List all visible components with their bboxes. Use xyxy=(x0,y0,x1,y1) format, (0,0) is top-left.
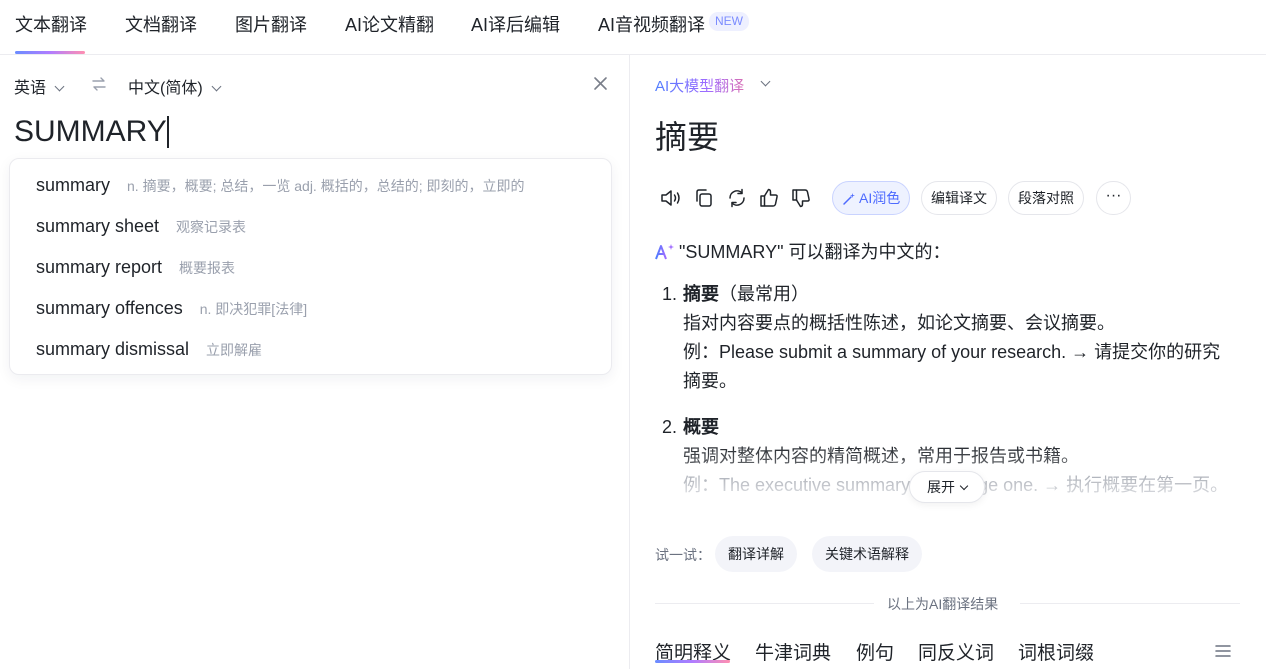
tab-ai-post-edit[interactable]: AI译后编辑 xyxy=(471,11,560,37)
ai-polish-button[interactable]: AI润色 xyxy=(832,181,911,215)
suggestion-gloss: 观察记录表 xyxy=(176,219,247,235)
meaning-note: （最常用） xyxy=(719,284,809,304)
separator-line-right xyxy=(1020,603,1240,604)
speaker-icon[interactable] xyxy=(659,186,683,210)
thumbs-down-icon[interactable] xyxy=(789,186,813,210)
meaning-example: 例：Please submit a summary of your resear… xyxy=(683,342,1221,391)
ai-sparkle-icon xyxy=(655,244,674,260)
panel-divider xyxy=(629,55,630,669)
suggestion-gloss: n. 即决犯罪[法律] xyxy=(199,301,308,317)
dict-tab-oxford[interactable]: 牛津词典 xyxy=(755,638,831,665)
item-number: 2. xyxy=(662,417,678,437)
translation-detail-button[interactable]: 翻译详解 xyxy=(715,536,797,572)
expand-label: 展开 xyxy=(927,479,955,495)
chevron-down-icon xyxy=(54,81,65,92)
magic-wand-icon xyxy=(843,193,855,205)
suggestion-term: summary report xyxy=(36,257,163,277)
tab-ai-paper-translate[interactable]: AI论文精翻 xyxy=(345,11,434,37)
suggestion-term: summary sheet xyxy=(36,216,160,236)
edit-translation-button[interactable]: 编辑译文 xyxy=(921,181,997,215)
paragraph-compare-button[interactable]: 段落对照 xyxy=(1008,181,1084,215)
dict-tab-synonyms[interactable]: 同反义词 xyxy=(918,638,994,665)
thumbs-up-icon[interactable] xyxy=(757,186,781,210)
source-text-input[interactable] xyxy=(14,112,604,152)
refresh-icon[interactable] xyxy=(725,186,749,210)
meaning-item: 1. 摘要（最常用） 指对内容要点的概括性陈述，如论文摘要、会议摘要。 例：Pl… xyxy=(655,280,1235,396)
dict-tab-roots[interactable]: 词根词缀 xyxy=(1018,638,1094,665)
suggestion-gloss: 立即解雇 xyxy=(206,342,263,358)
source-language-label: 英语 xyxy=(14,80,47,97)
suggestion-term: summary offences xyxy=(36,298,183,318)
meaning-description: 强调对整体内容的精简概述，常用于报告或书籍。 xyxy=(683,446,1079,466)
suggestion-gloss: n. 摘要，概要; 总结，一览 adj. 概括的，总结的; 即刻的，立即的 xyxy=(127,178,525,194)
ai-result-heading: "SUMMARY" 可以翻译为中文的： xyxy=(655,238,950,264)
expand-button[interactable]: 展开 xyxy=(909,471,985,503)
chevron-down-icon[interactable] xyxy=(760,76,771,87)
tab-text-translate[interactable]: 文本翻译 xyxy=(15,11,87,37)
new-badge: NEW xyxy=(709,12,749,31)
chevron-down-icon xyxy=(211,81,222,92)
suggestion-term: summary xyxy=(36,175,111,195)
active-tab-indicator xyxy=(15,51,85,54)
suggestion-item[interactable]: summary dismissal 立即解雇 xyxy=(36,339,262,363)
clear-input-icon[interactable] xyxy=(592,75,609,92)
text-caret xyxy=(167,116,169,148)
top-nav: 文本翻译 文档翻译 图片翻译 AI论文精翻 AI译后编辑 AI音视频翻译 NEW xyxy=(0,0,1266,55)
meaning-term: 概要 xyxy=(683,417,719,437)
suggestion-item[interactable]: summary n. 摘要，概要; 总结，一览 adj. 概括的，总结的; 即刻的… xyxy=(36,175,525,199)
dict-tab-examples[interactable]: 例句 xyxy=(856,638,894,665)
suggestion-item[interactable]: summary offences n. 即决犯罪[法律] xyxy=(36,298,307,322)
swap-languages-icon[interactable] xyxy=(91,76,107,92)
separator-line-left xyxy=(655,603,874,604)
item-number: 1. xyxy=(662,284,678,304)
menu-icon[interactable] xyxy=(1215,644,1231,658)
translation-result: 摘要 xyxy=(655,119,720,155)
suggestion-item[interactable]: summary report 概要报表 xyxy=(36,257,235,281)
suggestion-item[interactable]: summary sheet 观察记录表 xyxy=(36,216,246,240)
tab-image-translate[interactable]: 图片翻译 xyxy=(235,11,307,37)
active-dict-tab-indicator xyxy=(655,660,730,663)
chevron-down-icon xyxy=(959,481,969,491)
ai-heading-text: "SUMMARY" 可以翻译为中文的： xyxy=(679,242,951,262)
ai-result-footnote: 以上为AI翻译结果 xyxy=(887,596,999,612)
tab-document-translate[interactable]: 文档翻译 xyxy=(125,11,197,37)
meaning-description: 指对内容要点的概括性陈述，如论文摘要、会议摘要。 xyxy=(683,313,1115,333)
suggestion-term: summary dismissal xyxy=(36,339,190,359)
tab-ai-av-translate[interactable]: AI音视频翻译 xyxy=(598,11,705,37)
target-language-select[interactable]: 中文(简体) xyxy=(128,74,222,98)
source-language-select[interactable]: 英语 xyxy=(14,74,65,98)
copy-icon[interactable] xyxy=(692,186,716,210)
translation-model-select[interactable]: AI大模型翻译 xyxy=(655,75,744,96)
key-term-explain-button[interactable]: 关键术语解释 xyxy=(812,536,922,572)
suggestion-dropdown: summary n. 摘要，概要; 总结，一览 adj. 概括的，总结的; 即刻的… xyxy=(9,158,612,375)
ai-polish-label: AI润色 xyxy=(859,190,901,206)
suggestion-gloss: 概要报表 xyxy=(179,260,236,276)
target-language-label: 中文(简体) xyxy=(128,80,203,97)
try-label: 试一试： xyxy=(655,547,711,563)
more-options-button[interactable]: ··· xyxy=(1096,181,1131,215)
meaning-term: 摘要 xyxy=(683,284,719,304)
